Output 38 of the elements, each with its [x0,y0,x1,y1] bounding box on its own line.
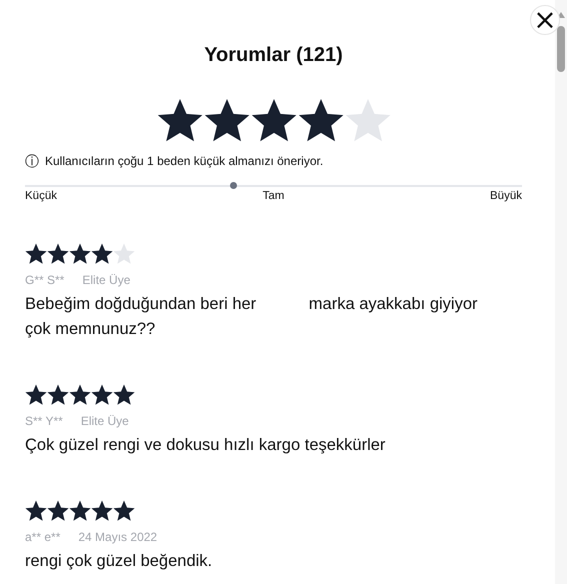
star-icon [25,384,47,406]
star-icon [69,384,91,406]
star-icon [91,243,113,265]
star-icon [156,98,202,144]
size-scale-label: Büyük [490,190,522,202]
star-icon [91,500,113,522]
modal-title: Yorumlar (121) [203,43,344,67]
review-text: Çok güzel rengi ve dokusu hızlı kargo teşekkürler [25,435,386,456]
reviewer-name: G** S** [25,273,64,287]
scrollbar[interactable] [555,0,567,584]
review-meta: 24 Mayıs 2022 [78,530,158,544]
star-icon [25,500,47,522]
close-button[interactable]: × [530,5,560,35]
review-text: rengi çok güzel beğendik. [25,551,214,572]
star-icon [47,243,69,265]
star-icon [250,98,296,144]
review-meta: Elite Üye [80,414,129,428]
star-icon [113,384,135,406]
review-meta: Elite Üye [82,273,130,287]
star-icon [113,500,135,522]
star-icon [298,98,344,144]
star-icon [69,500,91,522]
review-text: Bebeğim doğduğundan beri her marka ayakkabı giyiyor çok memnunuz?? [25,294,479,340]
size-scale-label: Küçük [25,190,57,202]
star-icon [47,500,69,522]
star-icon [91,384,113,406]
star-icon [25,243,47,265]
scrollbar-thumb[interactable] [557,26,565,72]
reviewer-name: S** Y** [25,414,63,428]
star-icon [47,384,69,406]
reviewer-name: a** e** [25,530,60,544]
size-hint-text: Kullanıcıların çoğu 1 beden küçük almanızı öneriyor. [45,154,324,168]
star-icon [344,98,390,144]
star-icon [113,243,135,265]
star-icon [69,243,91,265]
info-icon: ⓘ [25,154,39,168]
size-scale-label: Tam [262,190,284,202]
star-icon [204,98,250,144]
